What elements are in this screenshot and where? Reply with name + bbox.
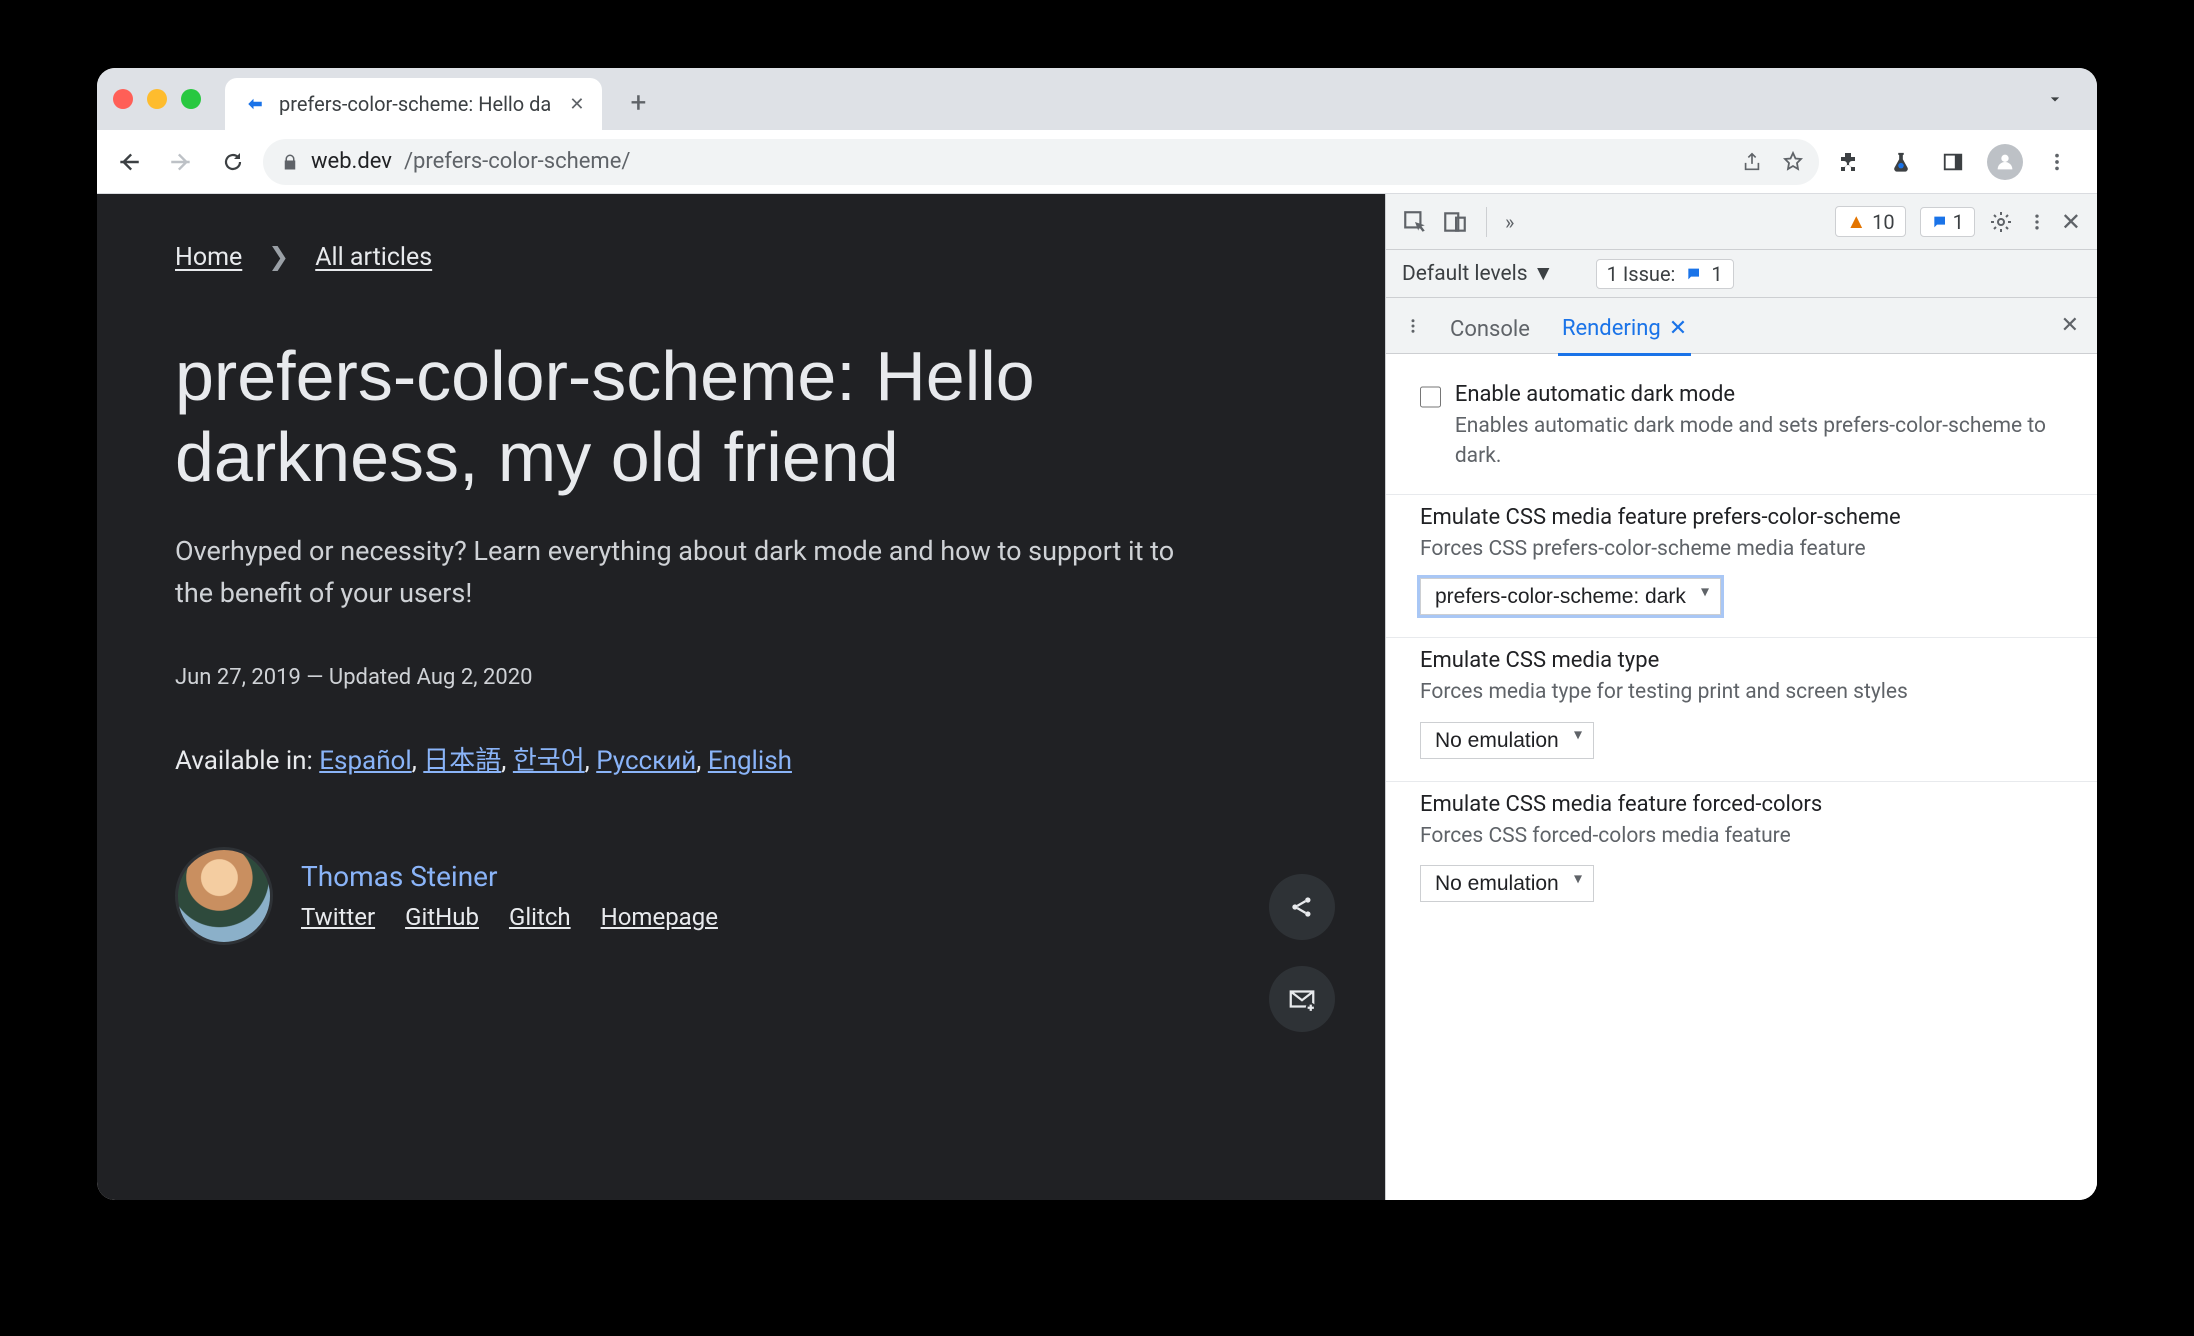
messages-count: 1	[1953, 210, 1964, 234]
option-title: Emulate CSS media type	[1420, 648, 2063, 673]
warning-icon: ▲	[1846, 209, 1866, 234]
devtools-toolbar: » ▲ 10 1 ✕	[1386, 194, 2097, 250]
author-photo	[175, 847, 273, 945]
subscribe-fab[interactable]	[1269, 966, 1335, 1032]
tab-close-icon[interactable]: ✕	[1669, 316, 1687, 341]
close-window-button[interactable]	[113, 89, 133, 109]
share-fab[interactable]	[1269, 874, 1335, 940]
page-content: Home ❯ All articles prefers-color-scheme…	[97, 194, 1385, 1200]
browser-tab[interactable]: prefers-color-scheme: Hello da ✕	[225, 78, 602, 130]
url-host: web.dev	[311, 149, 392, 174]
language-label: Available in:	[175, 746, 319, 776]
enable-dark-mode-checkbox[interactable]	[1420, 386, 1441, 408]
breadcrumb-home[interactable]: Home	[175, 243, 242, 272]
option-title: Emulate CSS media feature prefers-color-…	[1420, 505, 2063, 530]
chevron-right-icon: ❯	[268, 242, 289, 272]
nav-forward-button[interactable]	[159, 140, 203, 184]
lang-ko[interactable]: 한국어	[513, 746, 585, 776]
media-type-select[interactable]: No emulation	[1420, 722, 1594, 759]
nav-back-button[interactable]	[107, 140, 151, 184]
prefers-color-scheme-select[interactable]: prefers-color-scheme: dark	[1420, 578, 1721, 615]
option-title: Emulate CSS media feature forced-colors	[1420, 792, 2063, 817]
lang-en[interactable]: English	[708, 746, 792, 776]
window-controls	[113, 89, 201, 109]
tabs-overflow-button[interactable]	[2033, 77, 2077, 121]
lang-ja[interactable]: 日本語	[423, 746, 501, 776]
devtools-menu-icon[interactable]	[2027, 212, 2047, 232]
message-icon	[1685, 266, 1701, 282]
forced-colors-select[interactable]: No emulation	[1420, 865, 1594, 902]
tab-rendering[interactable]: Rendering✕	[1558, 316, 1691, 356]
tab-close-icon[interactable]: ✕	[569, 94, 584, 115]
rendering-panel: Enable automatic dark mode Enables autom…	[1386, 354, 2097, 1200]
panel-overflow-icon[interactable]: »	[1505, 210, 1514, 234]
tabstrip: prefers-color-scheme: Hello da ✕ +	[97, 68, 2097, 130]
option-title: Enable automatic dark mode	[1455, 382, 2063, 407]
log-levels-dropdown[interactable]: Default levels ▼	[1402, 262, 1554, 286]
author-github[interactable]: GitHub	[405, 903, 479, 931]
tab-favicon	[243, 92, 267, 116]
tab-console[interactable]: Console	[1446, 317, 1534, 354]
breadcrumb: Home ❯ All articles	[175, 242, 1307, 272]
devtools: » ▲ 10 1 ✕	[1385, 194, 2097, 1200]
page-subtitle: Overhyped or necessity? Learn everything…	[175, 531, 1215, 615]
reload-button[interactable]	[211, 140, 255, 184]
author-glitch[interactable]: Glitch	[509, 903, 571, 931]
warnings-badge[interactable]: ▲ 10	[1835, 206, 1905, 237]
enable-dark-mode-option[interactable]: Enable automatic dark mode Enables autom…	[1420, 382, 2063, 472]
warnings-count: 10	[1872, 210, 1894, 234]
drawer-menu-icon[interactable]	[1404, 317, 1422, 335]
profile-button[interactable]	[1983, 140, 2027, 184]
chrome-menu-button[interactable]	[2035, 140, 2079, 184]
labs-button[interactable]	[1879, 140, 1923, 184]
lock-icon	[281, 153, 299, 171]
option-desc: Forces media type for testing print and …	[1420, 677, 2063, 707]
browser-toolbar: web.dev/prefers-color-scheme/	[97, 130, 2097, 194]
share-icon[interactable]	[1741, 151, 1763, 173]
extensions-button[interactable]	[1827, 140, 1871, 184]
tab-title: prefers-color-scheme: Hello da	[279, 92, 551, 116]
settings-icon[interactable]	[1989, 210, 2013, 234]
omnibox[interactable]: web.dev/prefers-color-scheme/	[263, 139, 1819, 185]
page-dates: Jun 27, 2019 — Updated Aug 2, 2020	[175, 665, 1307, 690]
author-twitter[interactable]: Twitter	[301, 903, 375, 931]
issues-pill[interactable]: 1 Issue: 1	[1596, 259, 1734, 289]
messages-badge[interactable]: 1	[1920, 207, 1975, 237]
zoom-window-button[interactable]	[181, 89, 201, 109]
option-desc: Forces CSS forced-colors media feature	[1420, 821, 2063, 851]
page-title: prefers-color-scheme: Hello darkness, my…	[175, 336, 1307, 497]
console-filter-bar: Default levels ▼ 1 Issue: 1	[1386, 250, 2097, 298]
option-desc: Forces CSS prefers-color-scheme media fe…	[1420, 534, 2063, 564]
author-block: Thomas Steiner Twitter GitHub Glitch Hom…	[175, 847, 1307, 945]
lang-ru[interactable]: Русский	[596, 746, 696, 776]
devtools-close-icon[interactable]: ✕	[2061, 208, 2081, 236]
chrome-window: prefers-color-scheme: Hello da ✕ + web.d…	[97, 68, 2097, 1200]
author-homepage[interactable]: Homepage	[601, 903, 718, 931]
language-list: Available in: Español, 日本語, 한국어, Русский…	[175, 740, 1307, 777]
url-path: /prefers-color-scheme/	[404, 149, 630, 174]
minimize-window-button[interactable]	[147, 89, 167, 109]
avatar-icon	[1987, 144, 2023, 180]
inspect-icon[interactable]	[1402, 209, 1428, 235]
device-toolbar-icon[interactable]	[1442, 209, 1468, 235]
new-tab-button[interactable]: +	[616, 80, 660, 124]
option-desc: Enables automatic dark mode and sets pre…	[1455, 411, 2063, 472]
lang-es[interactable]: Español	[319, 746, 411, 776]
bookmark-star-icon[interactable]	[1781, 150, 1805, 174]
breadcrumb-all-articles[interactable]: All articles	[315, 243, 432, 272]
side-panel-button[interactable]	[1931, 140, 1975, 184]
drawer-tabs: Console Rendering✕ ✕	[1386, 298, 2097, 354]
author-name[interactable]: Thomas Steiner	[301, 860, 498, 893]
message-icon	[1931, 214, 1947, 230]
drawer-close-icon[interactable]: ✕	[2061, 313, 2079, 338]
